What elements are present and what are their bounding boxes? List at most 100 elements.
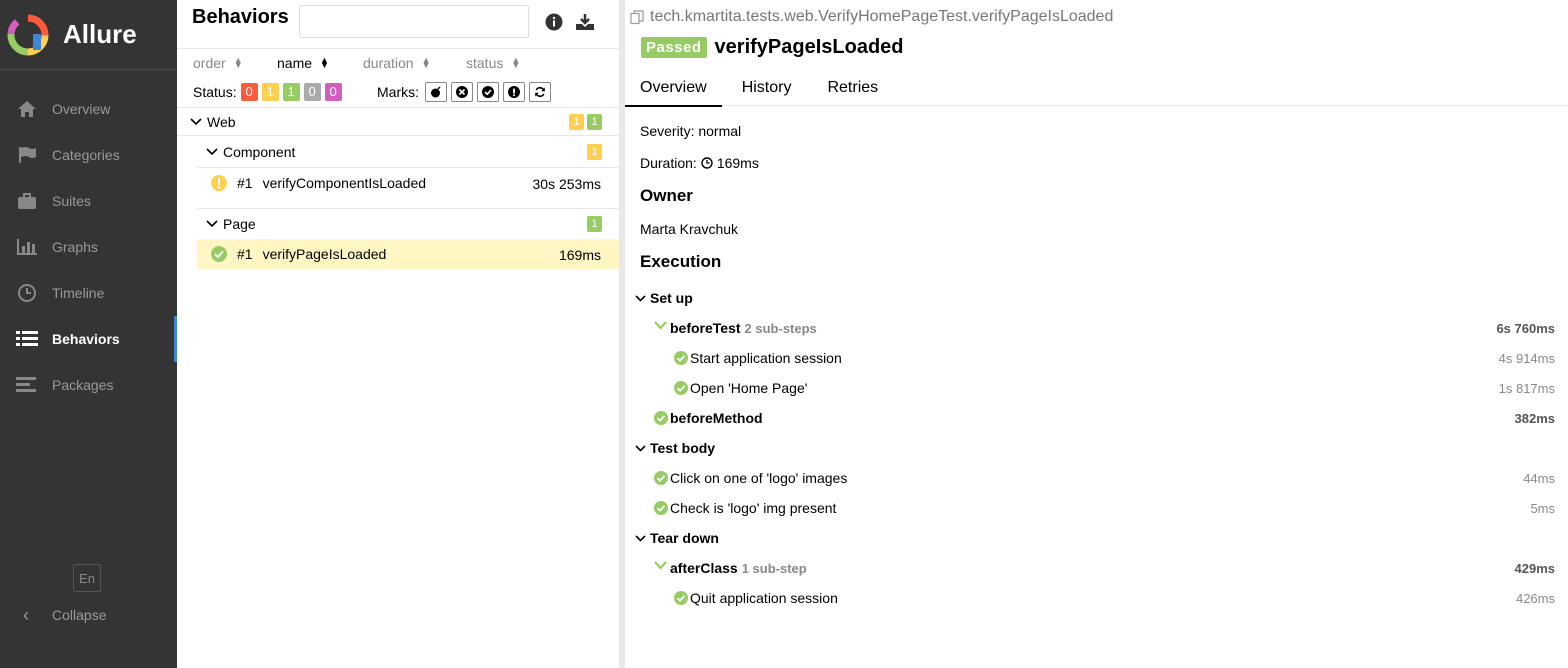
passed-status-icon <box>674 351 688 365</box>
step-click-logo[interactable]: Click on one of 'logo' images 44ms <box>640 463 1555 493</box>
status-passed-toggle[interactable]: 1 <box>282 83 300 101</box>
duration-label: Duration: <box>640 155 697 171</box>
step-duration: 44ms <box>1523 471 1555 486</box>
app-name: Allure <box>63 19 137 49</box>
stage-test-body[interactable]: Test body <box>634 433 1555 463</box>
test-row[interactable]: #1 verifyComponentIsLoaded 30s 253ms <box>197 168 619 198</box>
tree-node-page[interactable]: Page 1 <box>197 209 619 239</box>
info-icon <box>545 13 563 31</box>
sort-order-label: order <box>193 55 226 71</box>
tab-retries[interactable]: Retries <box>806 70 893 106</box>
flaky-toggle[interactable] <box>425 82 447 102</box>
passed-status-icon <box>674 591 688 605</box>
duration-value: 169ms <box>716 155 759 171</box>
step-duration: 426ms <box>1515 591 1555 606</box>
chevron-down-icon <box>654 561 668 575</box>
sidebar-item-label: Suites <box>52 193 91 209</box>
times-circle-icon <box>456 86 468 98</box>
sidebar-item-timeline[interactable]: Timeline <box>0 270 177 316</box>
step-substeps: 1 sub-step <box>741 560 807 576</box>
sort-duration[interactable]: duration ▲ ▼ <box>363 55 431 71</box>
overview-content: Severity: normal Duration: 169ms Owner M… <box>640 106 1555 279</box>
tab-history[interactable]: History <box>722 70 807 106</box>
search-input[interactable] <box>299 5 529 38</box>
step-name: beforeTest <box>670 320 741 336</box>
stage-setup[interactable]: Set up <box>634 283 1555 313</box>
step-duration: 1s 817ms <box>1498 381 1555 396</box>
test-title: Passed verifyPageIsLoaded <box>641 36 904 59</box>
passed-count: 1 <box>587 216 602 232</box>
behaviors-tree: Web 1 1 Component 1 #1 verifyComponentIs… <box>177 107 619 269</box>
sidebar-item-packages[interactable]: Packages <box>0 362 177 408</box>
tab-overview[interactable]: Overview <box>625 70 722 107</box>
step-open-home-page[interactable]: Open 'Home Page' 1s 817ms <box>640 373 1555 403</box>
step-after-class[interactable]: afterClass 1 sub-step 429ms <box>640 553 1555 583</box>
tree-node-web[interactable]: Web 1 1 <box>177 108 619 136</box>
passed-status-icon <box>211 246 227 262</box>
sort-status-label: status <box>466 55 504 71</box>
status-broken-toggle[interactable]: 1 <box>261 83 279 101</box>
full-name-text: tech.kmartita.tests.web.VerifyHomePageTe… <box>650 8 1114 25</box>
align-left-icon <box>16 375 38 395</box>
sort-duration-label: duration <box>363 55 414 71</box>
brand[interactable]: Allure <box>0 0 177 70</box>
flag-icon <box>16 145 38 165</box>
passed-status-icon <box>654 411 668 425</box>
download-button[interactable] <box>574 11 596 33</box>
owner-name: Marta Kravchuk <box>640 221 739 237</box>
sidebar-item-label: Behaviors <box>52 331 120 347</box>
retries-toggle[interactable] <box>529 82 551 102</box>
node-counts: 1 <box>584 144 602 160</box>
marks-filter: Marks: <box>377 82 551 102</box>
sort-bar: order ▲ ▼ name ▲ ▼ duration ▲ ▼ status ▲ ▼ <box>193 55 613 71</box>
test-row-selected[interactable]: #1 verifyPageIsLoaded 169ms <box>197 239 619 269</box>
step-before-method[interactable]: beforeMethod 382ms <box>640 403 1555 433</box>
sidebar-item-categories[interactable]: Categories <box>0 132 177 178</box>
sort-arrows-icon: ▲ ▼ <box>320 55 329 70</box>
tree-node-component[interactable]: Component 1 <box>197 136 619 168</box>
step-check-logo[interactable]: Check is 'logo' img present 5ms <box>640 493 1555 523</box>
collapse-button[interactable]: ‹ Collapse <box>16 603 106 627</box>
broken-status-icon <box>211 175 227 191</box>
status-label: Status: <box>193 84 237 100</box>
sort-arrows-icon: ▲ ▼ <box>421 55 431 70</box>
sidebar-item-overview[interactable]: Overview <box>0 86 177 132</box>
chevron-down-icon <box>632 534 648 542</box>
severity: Severity: normal <box>640 123 742 139</box>
status-unknown-toggle[interactable]: 0 <box>324 83 342 101</box>
step-quit-session[interactable]: Quit application session 426ms <box>640 583 1555 613</box>
sidebar-item-label: Overview <box>52 101 111 117</box>
step-duration: 382ms <box>1514 411 1555 426</box>
step-duration: 4s 914ms <box>1498 351 1555 366</box>
test-details-pane: tech.kmartita.tests.web.VerifyHomePageTe… <box>625 0 1568 668</box>
chevron-left-icon: ‹ <box>23 604 29 625</box>
info-button[interactable] <box>543 11 565 33</box>
sort-name[interactable]: name ▲ ▼ <box>277 55 329 71</box>
new-failed-toggle[interactable] <box>451 82 473 102</box>
copy-icon[interactable] <box>630 9 644 25</box>
test-duration: 169ms <box>558 247 601 263</box>
execution-heading: Execution <box>640 252 722 271</box>
language-button[interactable]: En <box>73 564 101 592</box>
status-failed-toggle[interactable]: 0 <box>240 83 258 101</box>
chevron-down-icon <box>203 220 221 228</box>
status-skipped-toggle[interactable]: 0 <box>303 83 321 101</box>
step-name: beforeMethod <box>670 410 763 426</box>
stage-tear-down[interactable]: Tear down <box>634 523 1555 553</box>
step-start-session[interactable]: Start application session 4s 914ms <box>640 343 1555 373</box>
sort-status[interactable]: status ▲ ▼ <box>466 55 520 71</box>
node-counts: 1 <box>584 216 602 232</box>
collapse-label: Collapse <box>52 607 107 623</box>
test-name: verifyComponentIsLoaded <box>262 175 427 191</box>
passed-status-icon <box>674 381 688 395</box>
sidebar-item-suites[interactable]: Suites <box>0 178 177 224</box>
sort-order[interactable]: order ▲ ▼ <box>193 55 243 71</box>
sidebar-item-graphs[interactable]: Graphs <box>0 224 177 270</box>
sort-arrows-icon: ▲ ▼ <box>511 55 521 70</box>
new-broken-toggle[interactable] <box>503 82 525 102</box>
sidebar-item-behaviors[interactable]: Behaviors <box>0 316 177 362</box>
new-passed-toggle[interactable] <box>477 82 499 102</box>
step-duration: 5ms <box>1530 501 1555 516</box>
home-icon <box>16 99 38 119</box>
step-before-test[interactable]: beforeTest 2 sub-steps 6s 760ms <box>640 313 1555 343</box>
